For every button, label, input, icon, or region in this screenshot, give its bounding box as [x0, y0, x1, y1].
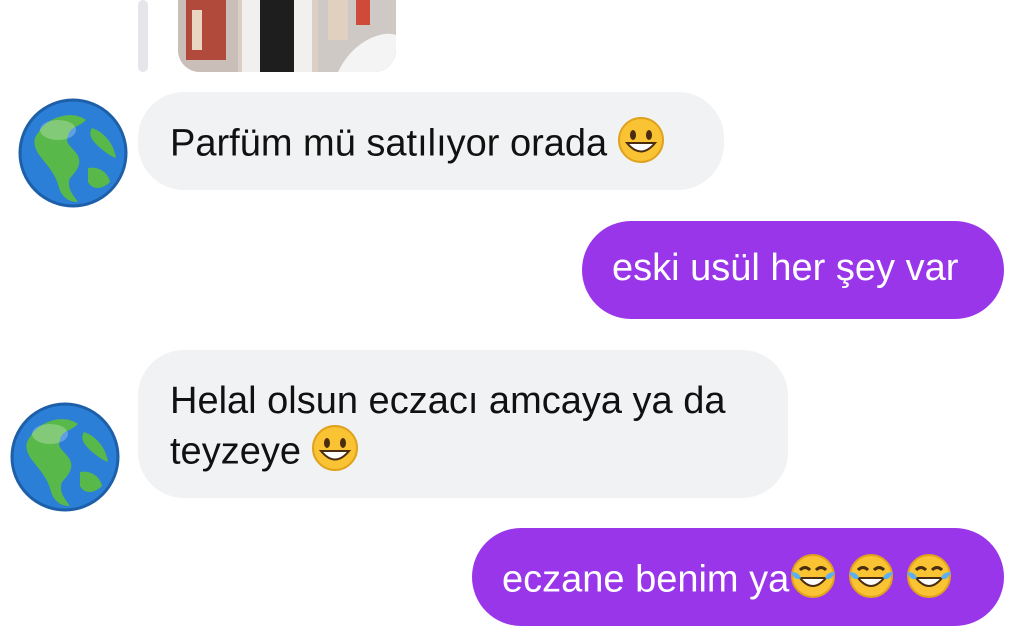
globe-americas-icon	[18, 98, 128, 208]
message-text: eczane benim ya	[502, 558, 790, 601]
message-incoming[interactable]: Helal olsun eczacı amcaya ya da teyzeye	[138, 350, 788, 498]
globe-americas-icon	[10, 402, 120, 512]
face-with-tears-of-joy-icon	[847, 552, 895, 611]
message-text: eski usül her şey var	[612, 247, 959, 289]
grinning-face-icon	[617, 116, 665, 175]
message-text-line: Helal olsun eczacı amcaya ya da	[170, 380, 726, 422]
shared-photo[interactable]	[178, 0, 396, 72]
message-outgoing[interactable]: eczane benim ya	[472, 528, 1004, 626]
face-with-tears-of-joy-icon	[789, 552, 837, 611]
face-with-tears-of-joy-icon	[905, 552, 953, 611]
grinning-face-icon	[311, 424, 359, 483]
message-text: Parfüm mü satılıyor orada	[170, 122, 608, 165]
message-incoming[interactable]: Parfüm mü satılıyor orada	[138, 92, 724, 190]
avatar[interactable]	[10, 402, 120, 512]
message-outgoing[interactable]: eski usül her şey var	[582, 221, 1004, 319]
chat-thread: Parfüm mü satılıyor orada eski usül her …	[0, 0, 1024, 638]
avatar[interactable]	[18, 98, 128, 208]
reply-bar	[138, 0, 148, 72]
message-text-line: teyzeye	[170, 430, 301, 473]
